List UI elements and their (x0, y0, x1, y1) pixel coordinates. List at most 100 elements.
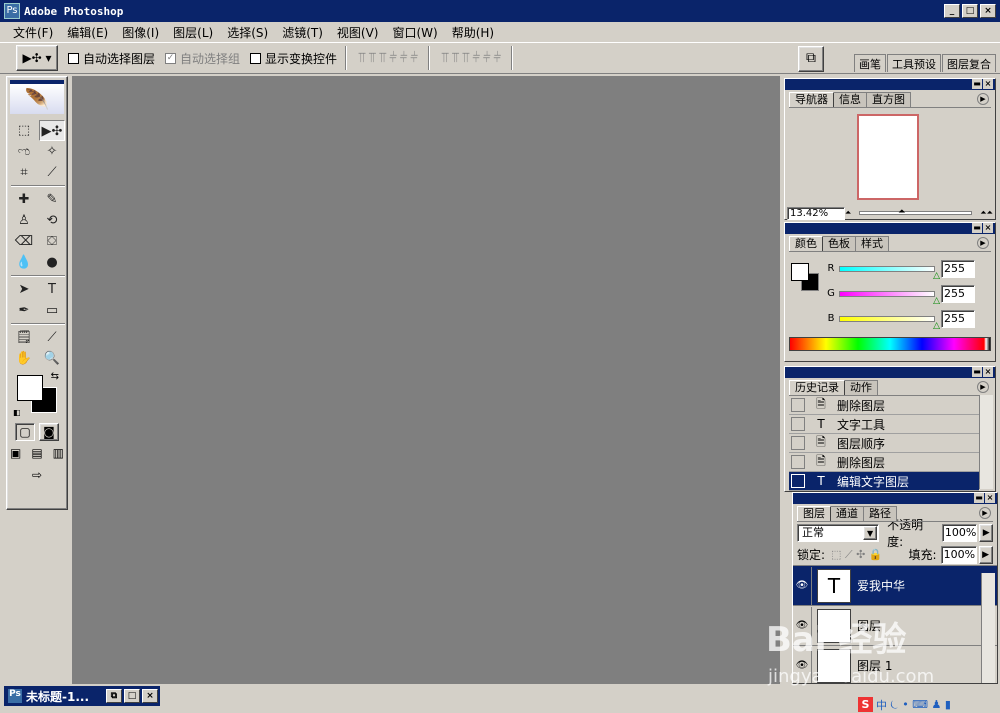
panel-menu-icon[interactable]: ▶ (977, 381, 989, 393)
fill-field[interactable]: 100% (940, 545, 977, 564)
magic-wand-tool-icon[interactable]: ✧ (39, 141, 65, 162)
align-icons-group[interactable]: ⫪ ⫪ ⫪ ⫩ ⫩ ⫩ (358, 50, 418, 66)
sogou-ime-icon[interactable]: S (858, 697, 873, 712)
quick-mask-mode-icon[interactable]: ◙ (39, 423, 59, 441)
b-value-field[interactable]: 255 (941, 309, 975, 328)
close-button[interactable]: × (980, 4, 996, 18)
ime-language-label[interactable]: 中 (876, 697, 887, 713)
layer-link-slot[interactable] (811, 606, 815, 645)
panel-minimize-button[interactable]: ▬ (972, 223, 982, 233)
menu-view[interactable]: 视图(V) (330, 24, 386, 41)
type-tool-icon[interactable]: T (39, 279, 65, 300)
show-transform-controls-checkbox[interactable]: 显示变换控件 (250, 50, 337, 67)
standard-screen-mode-icon[interactable]: ▣ (7, 445, 24, 463)
fill-arrow-icon[interactable]: ▶ (978, 545, 993, 564)
panel-close-button[interactable]: × (985, 493, 995, 503)
layer-link-slot[interactable] (811, 646, 815, 683)
tab-history[interactable]: 历史记录 (789, 380, 845, 395)
panel-menu-icon[interactable]: ▶ (977, 93, 989, 105)
zoom-in-icon[interactable]: ⏶⏶ (980, 208, 993, 218)
layer-name[interactable]: 图层 (857, 617, 881, 634)
move-tool-icon[interactable]: ▶✣ (39, 120, 65, 141)
layer-link-slot[interactable] (811, 566, 815, 605)
jump-to-imageready-icon[interactable]: ⇨ (17, 467, 57, 485)
panel-close-button[interactable]: × (983, 79, 993, 89)
menu-edit[interactable]: 编辑(E) (60, 24, 115, 41)
history-brush-source-box[interactable] (791, 436, 805, 450)
layer-row-selected[interactable]: 👁 T 爱我中华 (793, 566, 997, 606)
zoom-slider-knob[interactable]: ⏶ (898, 207, 905, 217)
ime-tool-icons[interactable]: ⏾ • ⌨ ♟ ▮ (890, 698, 951, 712)
tab-layers[interactable]: 图层 (797, 506, 831, 521)
healing-brush-tool-icon[interactable]: ✚ (11, 189, 37, 210)
well-tab-layer-comps[interactable]: 图层复合 (942, 54, 996, 72)
paint-bucket-tool-icon[interactable]: ⛋ (39, 231, 65, 252)
tab-channels[interactable]: 通道 (830, 506, 864, 521)
path-selection-tool-icon[interactable]: ➤ (11, 279, 37, 300)
dodge-tool-icon[interactable]: ● (39, 252, 65, 273)
maximize-button[interactable]: □ (962, 4, 978, 18)
tab-histogram[interactable]: 直方图 (866, 92, 911, 107)
g-slider[interactable]: △ (839, 290, 940, 306)
r-value-field[interactable]: 255 (941, 259, 975, 278)
slider-knob[interactable]: △ (933, 296, 940, 306)
navigator-view-box[interactable] (857, 114, 919, 200)
blend-mode-select[interactable]: 正常 ▼ (797, 524, 880, 542)
hand-tool-icon[interactable]: ✋ (11, 348, 37, 369)
menu-filter[interactable]: 滤镜(T) (275, 24, 330, 41)
tab-actions[interactable]: 动作 (844, 380, 878, 395)
history-item-selected[interactable]: T 编辑文字图层 (789, 472, 979, 491)
minimize-button[interactable]: _ (944, 4, 960, 18)
zoom-field[interactable]: 13.42% (787, 206, 845, 220)
eye-icon[interactable]: 👁 (793, 580, 811, 591)
close-button[interactable]: × (142, 689, 158, 703)
foreground-color-swatch[interactable] (791, 263, 809, 281)
g-value-field[interactable]: 255 (941, 284, 975, 303)
eye-icon[interactable]: 👁 (793, 620, 811, 631)
navigator-preview[interactable] (785, 108, 995, 206)
history-item[interactable]: 🗎 删除图层 (789, 396, 979, 415)
pen-tool-icon[interactable]: ✒ (11, 300, 37, 321)
panel-close-button[interactable]: × (983, 367, 993, 377)
layer-row[interactable]: 👁 图层 (793, 606, 997, 646)
standard-mode-icon[interactable]: ▢ (15, 423, 35, 441)
clone-stamp-tool-icon[interactable]: ♙ (11, 210, 37, 231)
menu-window[interactable]: 窗口(W) (385, 24, 444, 41)
history-item[interactable]: 🗎 图层顺序 (789, 434, 979, 453)
file-browser-icon[interactable]: ⧉ (798, 46, 824, 72)
marquee-tool-icon[interactable]: ⬚ (11, 120, 37, 141)
crop-tool-icon[interactable]: ⌗ (11, 162, 37, 183)
lasso-tool-icon[interactable]: ಌ (11, 141, 37, 162)
workspace-canvas[interactable] (72, 76, 780, 684)
panel-menu-icon[interactable]: ▶ (977, 237, 989, 249)
history-brush-source-box[interactable] (791, 455, 805, 469)
maximize-button[interactable]: □ (124, 689, 140, 703)
history-brush-tool-icon[interactable]: ⟲ (39, 210, 65, 231)
zoom-out-icon[interactable]: ⏶ (845, 208, 851, 218)
tab-paths[interactable]: 路径 (863, 506, 897, 521)
notes-tool-icon[interactable]: 🗒 (11, 327, 37, 348)
foreground-color-swatch[interactable] (17, 375, 43, 401)
opacity-field[interactable]: 100% (941, 524, 978, 542)
history-scrollbar[interactable] (979, 395, 993, 489)
auto-select-layer-checkbox[interactable]: 自动选择图层 (68, 50, 155, 67)
default-colors-icon[interactable]: ◧ (13, 408, 21, 417)
tool-preset-picker[interactable]: ▶✣ ▾ (16, 45, 58, 71)
feather-logo-icon[interactable]: 🪶 (10, 80, 64, 114)
b-slider[interactable]: △ (839, 315, 940, 331)
auto-select-group-checkbox[interactable]: ✓ 自动选择组 (165, 50, 240, 67)
eye-icon[interactable]: 👁 (793, 660, 811, 671)
history-item[interactable]: T 文字工具 (789, 415, 979, 434)
history-brush-source-box[interactable] (791, 474, 805, 488)
chevron-down-icon[interactable]: ▼ (863, 526, 878, 540)
panel-menu-icon[interactable]: ▶ (979, 507, 991, 519)
panel-close-button[interactable]: × (983, 223, 993, 233)
full-screen-mode-icon[interactable]: ▥ (50, 445, 67, 463)
menu-file[interactable]: 文件(F) (6, 24, 60, 41)
lock-options-icons[interactable]: ⬚ ⟋ ✣ 🔒 (831, 548, 883, 562)
eraser-tool-icon[interactable]: ⌫ (11, 231, 37, 252)
tab-color[interactable]: 颜色 (789, 236, 823, 251)
swap-colors-icon[interactable]: ⇆ (51, 371, 59, 382)
panel-minimize-button[interactable]: ▬ (972, 367, 982, 377)
tab-navigator[interactable]: 导航器 (789, 92, 834, 107)
